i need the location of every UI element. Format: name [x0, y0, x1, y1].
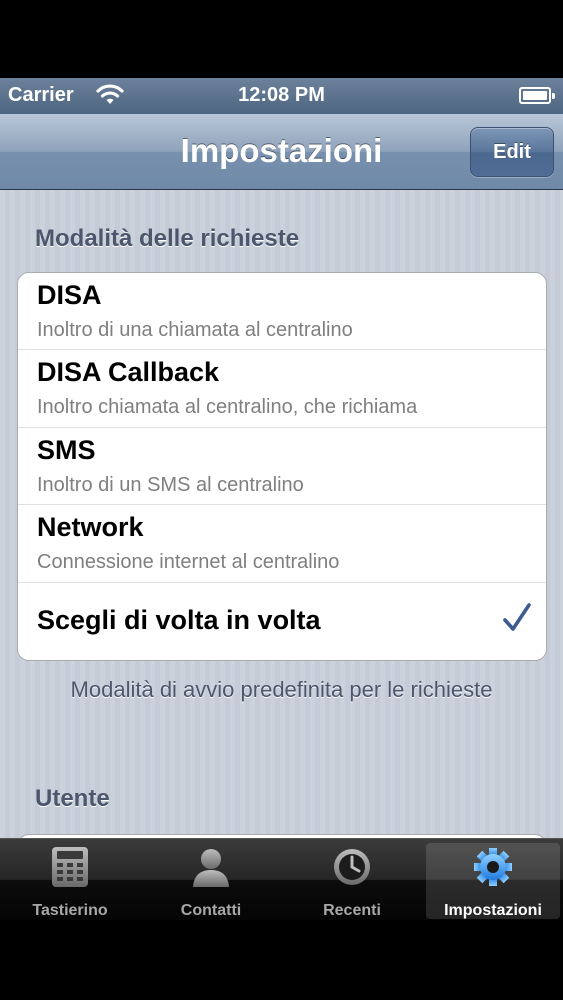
navigation-bar: Impostazioni Edit: [0, 114, 563, 190]
option-subtitle: Connessione internet al centralino: [37, 551, 340, 574]
tab-impostazioni[interactable]: Impostazioni: [426, 843, 560, 919]
option-row-disa-callback[interactable]: DISA Callback Inoltro chiamata al centra…: [18, 350, 546, 428]
screen-bottom-border: [0, 920, 563, 1000]
tab-tastierino[interactable]: Tastierino: [3, 843, 137, 919]
tab-bar: Tastierino Contatti Recenti Impostazioni: [0, 838, 563, 920]
battery-icon: [519, 87, 555, 104]
option-title: DISA: [37, 280, 102, 310]
option-title: Network: [37, 512, 144, 543]
option-title: Scegli di volta in volta: [37, 604, 321, 635]
contacts-icon: [193, 849, 229, 887]
section-header-user: Utente: [35, 785, 110, 812]
checkmark-icon: [503, 602, 531, 631]
tab-contatti[interactable]: Contatti: [144, 843, 278, 919]
edit-button[interactable]: Edit: [470, 127, 554, 177]
tab-recenti[interactable]: Recenti: [285, 843, 419, 919]
screen-top-border: [0, 0, 563, 78]
option-subtitle: Inoltro chiamata al centralino, che rich…: [37, 396, 418, 419]
gear-icon: [474, 848, 512, 886]
tab-label: Tastierino: [32, 902, 108, 919]
option-title: DISA Callback: [37, 357, 220, 388]
clock-icon: [334, 849, 370, 885]
status-bar: Carrier 12:08 PM: [0, 78, 563, 114]
option-title: SMS: [37, 434, 96, 465]
request-mode-group: DISA Inoltro di una chiamata al centrali…: [17, 272, 547, 661]
keypad-icon: [52, 847, 88, 887]
settings-content[interactable]: Modalità delle richieste DISA Inoltro di…: [0, 190, 563, 838]
option-row-disa[interactable]: DISA Inoltro di una chiamata al centrali…: [18, 273, 546, 351]
section-footer-request-mode: Modalità di avvio predefinita per le ric…: [70, 677, 493, 702]
section-header-request-mode: Modalità delle richieste: [35, 225, 300, 252]
clock: 12:08 PM: [238, 84, 325, 106]
option-row-sms[interactable]: SMS Inoltro di un SMS al centralino: [18, 427, 546, 506]
option-subtitle: Inoltro di un SMS al centralino: [37, 473, 304, 496]
option-subtitle: Inoltro di una chiamata al centralino: [37, 319, 353, 341]
option-row-network[interactable]: Network Connessione internet al centrali…: [18, 505, 546, 583]
tab-label: Contatti: [180, 902, 242, 919]
tab-label: Recenti: [323, 902, 381, 919]
tab-label: Impostazioni: [444, 902, 542, 919]
option-row-choose-each-time[interactable]: Scegli di volta in volta: [18, 582, 546, 660]
